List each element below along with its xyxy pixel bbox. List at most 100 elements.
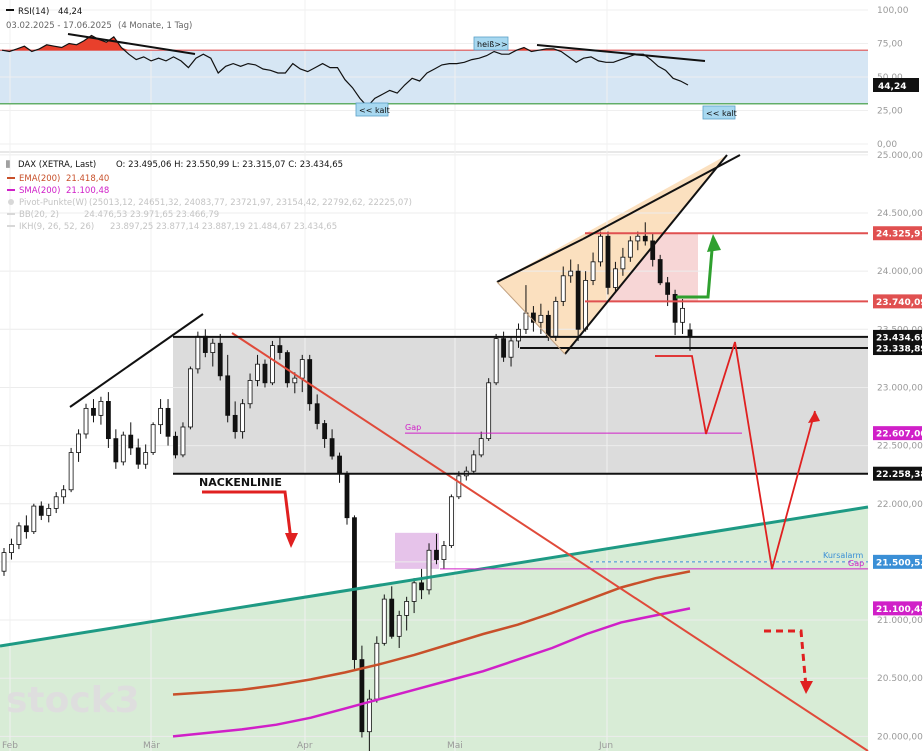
candle-body — [426, 549, 432, 591]
rsi-label-kalt-1-text: << kalt — [359, 106, 390, 115]
candle-body — [53, 496, 59, 509]
legend-bb-name: BB(20, 2) — [19, 210, 59, 220]
x-tick: Mai — [447, 741, 463, 751]
candle-body — [359, 659, 365, 733]
candle-body — [173, 435, 178, 456]
candle-body — [344, 473, 350, 519]
candle-body — [613, 268, 618, 288]
legend-dax-ohlc: O: 23.495,06 H: 23.550,99 L: 23.315,07 C… — [116, 160, 343, 170]
candle-body — [120, 434, 126, 463]
level-badge-text: 24.325,97 — [876, 230, 924, 240]
candle-body — [165, 407, 171, 437]
candle-body — [508, 340, 514, 358]
rsi-value-badge-text: 44,24 — [878, 82, 906, 92]
candle-body — [255, 363, 260, 381]
x-tick: Apr — [297, 741, 313, 751]
candle-body — [113, 438, 119, 463]
legend-bb-value: 24.476,53 23.971,65 23.466,79 — [84, 210, 219, 220]
candle-body — [16, 525, 22, 545]
level-badge-text: 21.500,53 — [876, 558, 924, 568]
candle-body — [217, 342, 223, 377]
candle-body — [270, 345, 275, 384]
candle-body — [314, 403, 320, 424]
level-badge-text: 22.258,38 — [876, 470, 924, 480]
candle-body — [687, 329, 693, 338]
x-tick: Feb — [2, 741, 18, 751]
candle-body — [262, 363, 268, 384]
x-tick: Jun — [598, 741, 613, 751]
level-badge-text: 21.100,48 — [876, 605, 924, 615]
candle-body — [23, 525, 29, 533]
candle-body — [180, 426, 186, 456]
candle-body — [374, 642, 380, 700]
candle-body — [545, 314, 551, 337]
candle-body — [38, 505, 44, 516]
candle-body — [538, 314, 544, 323]
nackenlinie-label: NACKENLINIE — [199, 476, 282, 489]
candle-body — [31, 505, 37, 533]
rsi-label-heiss: heiß>> — [473, 36, 509, 51]
candle-body — [307, 359, 313, 405]
legend-ema-value: 21.418,40 — [66, 174, 109, 184]
candle-body — [471, 454, 477, 472]
level-badge-text: 23.338,89 — [876, 345, 924, 355]
candle-body — [68, 452, 74, 491]
consolidation-box — [173, 336, 868, 474]
main-y-tick: 24.500,00 — [877, 209, 923, 219]
candle-body — [672, 294, 678, 323]
watermark: stock3 — [6, 680, 140, 721]
candle-body — [292, 377, 298, 384]
candle-body — [195, 335, 201, 370]
chart-type-icon: ⫼ — [6, 159, 10, 170]
candle-body — [135, 447, 141, 465]
candle-body — [448, 496, 454, 547]
rsi-legend-title: RSI(14) — [18, 7, 49, 17]
candle-body — [404, 601, 410, 616]
candle-body — [210, 342, 216, 353]
rsi-value-badge: 44,24 — [873, 78, 919, 92]
pivot-icon — [8, 199, 14, 205]
level-badge-text: 22.607,00 — [876, 430, 924, 440]
rsi-y-tick: 25,00 — [877, 107, 903, 117]
candle-body — [493, 338, 499, 384]
main-y-tick: 20.000,00 — [877, 732, 923, 742]
candle-body — [598, 235, 603, 263]
bb-swatch — [7, 213, 15, 215]
legend-sma-value: 21.100,48 — [66, 186, 109, 196]
candle-body — [478, 438, 484, 456]
rsi-label-kalt-2: << kalt — [702, 105, 737, 120]
legend-sma-name: SMA(200) — [19, 186, 60, 196]
dax-chart[interactable]: 100,0075,0050,0025,000,0025.000,0024.500… — [0, 0, 924, 751]
rsi-legend-swatch — [6, 9, 14, 11]
legend-ikh-value: 23.897,25 23.877,14 23.887,19 21.484,67 … — [110, 222, 337, 232]
candle-body — [150, 424, 156, 453]
rsi-date-detail: (4 Monate, 1 Tag) — [118, 21, 192, 31]
candle-body — [486, 382, 492, 440]
rsi-label-kalt-1: << kalt — [355, 102, 390, 117]
candle-body — [396, 614, 402, 637]
main-y-tick: 22.000,00 — [877, 500, 923, 510]
candle-body — [523, 312, 529, 330]
candle-body — [299, 359, 305, 379]
candle-body — [366, 698, 372, 733]
rsi-label-heiss-text: heiß>> — [477, 40, 508, 49]
rsi-legend-value: 44,24 — [58, 7, 82, 17]
candle-body — [61, 489, 67, 498]
candle-body — [158, 407, 163, 426]
candle-body — [642, 235, 648, 242]
legend-pivot-name: Pivot-Punkte(W) — [19, 198, 87, 208]
candle-body — [553, 300, 559, 337]
candle-body — [620, 256, 626, 270]
candle-body — [456, 475, 462, 498]
candle-body — [680, 307, 685, 323]
candle-body — [277, 345, 283, 353]
candle-body — [627, 240, 633, 258]
legend-ikh-name: IKH(9, 26, 52, 26) — [19, 222, 94, 232]
legend-ema-name: EMA(200) — [19, 174, 60, 184]
main-y-tick: 23.000,00 — [877, 383, 923, 393]
candle-body — [516, 328, 521, 342]
legend-dax-name: DAX (XETRA, Last) — [18, 160, 96, 170]
candle-body — [1, 552, 7, 572]
candle-body — [98, 401, 104, 416]
main-y-tick: 21.000,00 — [877, 616, 923, 626]
